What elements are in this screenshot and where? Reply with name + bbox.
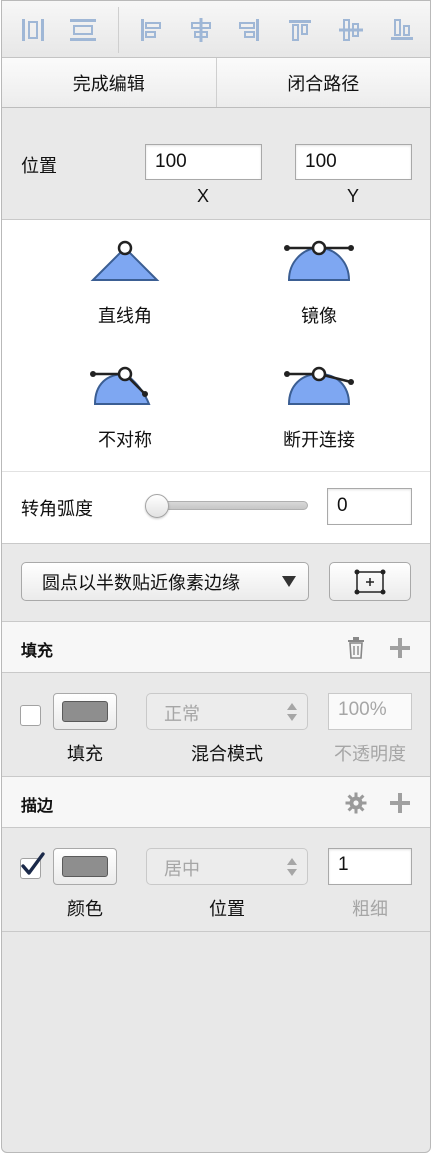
pixel-snap-dropdown[interactable]: 圆点以半数贴近像素边缘	[21, 562, 309, 601]
border-position-select[interactable]: 居中	[146, 848, 308, 885]
x-label: X	[197, 186, 210, 206]
finish-editing-button[interactable]: 完成编辑	[2, 58, 216, 107]
corner-disconnected-label: 断开连接	[283, 430, 355, 451]
corner-mirrored-option[interactable]: 镜像	[244, 238, 394, 348]
border-color-caption: 颜色	[67, 899, 103, 920]
corner-asymmetric-option[interactable]: 不对称	[50, 360, 200, 470]
border-header: 描边	[2, 777, 430, 828]
corner-radius-label: 转角弧度	[21, 499, 93, 520]
fill-caption: 填充	[67, 744, 103, 765]
position-section: 位置 100 100 X Y	[2, 108, 430, 220]
distribute-horizontal-icon[interactable]	[16, 13, 50, 47]
position-y-input[interactable]: 100	[295, 144, 412, 180]
align-right-icon[interactable]	[232, 13, 266, 47]
pixel-fit-icon	[354, 569, 386, 594]
border-position-value: 居中	[164, 859, 200, 880]
align-left-icon[interactable]	[134, 13, 168, 47]
border-position-caption: 位置	[209, 899, 245, 920]
y-label: Y	[347, 186, 360, 206]
fill-title: 填充	[21, 641, 54, 660]
toolbar-separator	[118, 7, 119, 53]
gear-icon[interactable]	[343, 790, 369, 816]
fill-header: 填充	[2, 622, 430, 673]
align-center-horizontal-icon[interactable]	[184, 13, 218, 47]
fill-section: 正常 100% 填充 混合模式 不透明度	[2, 673, 430, 777]
updown-arrows-icon	[287, 703, 297, 721]
pixel-section: 圆点以半数贴近像素边缘	[2, 544, 430, 622]
pixel-snap-value: 圆点以半数贴近像素边缘	[42, 572, 240, 594]
pixel-fit-button[interactable]	[329, 562, 411, 601]
add-border-plus-icon[interactable]	[387, 790, 413, 816]
border-color-button[interactable]	[53, 848, 117, 885]
corner-disconnected-icon	[284, 366, 354, 405]
distribute-vertical-icon[interactable]	[66, 13, 100, 47]
position-label: 位置	[21, 156, 57, 177]
position-x-input[interactable]: 100	[145, 144, 262, 180]
dropdown-arrow-icon	[282, 576, 296, 587]
corner-mirrored-label: 镜像	[301, 306, 337, 327]
corner-asymmetric-label: 不对称	[98, 430, 152, 451]
corner-straight-option[interactable]: 直线角	[50, 238, 200, 348]
close-path-button[interactable]: 闭合路径	[215, 58, 431, 107]
border-thickness-input[interactable]: 1	[328, 848, 412, 885]
corner-radius-slider[interactable]	[146, 501, 308, 510]
updown-arrows-icon	[287, 858, 297, 876]
add-fill-plus-icon[interactable]	[387, 635, 413, 661]
corner-type-section: 直线角 镜像 不对称 断开连接	[2, 220, 430, 472]
border-color-swatch	[62, 856, 108, 877]
fill-color-swatch	[62, 701, 108, 722]
border-title: 描边	[21, 796, 54, 815]
corner-straight-label: 直线角	[98, 306, 152, 327]
fill-color-button[interactable]	[53, 693, 117, 730]
edit-row: 完成编辑 闭合路径	[2, 58, 430, 108]
align-toolbar	[2, 1, 430, 58]
inspector-panel: 完成编辑 闭合路径 位置 100 100 X Y 直线角 镜像 不对称 断开连接…	[1, 0, 431, 1153]
align-top-icon[interactable]	[283, 13, 317, 47]
opacity-caption: 不透明度	[334, 744, 406, 765]
corner-straight-icon	[90, 240, 160, 281]
blend-mode-caption: 混合模式	[191, 744, 263, 765]
corner-radius-input[interactable]: 0	[327, 488, 412, 525]
align-bottom-icon[interactable]	[385, 13, 419, 47]
corner-disconnected-option[interactable]: 断开连接	[244, 360, 394, 470]
corner-mirrored-icon	[284, 240, 354, 281]
align-middle-vertical-icon[interactable]	[334, 13, 368, 47]
corner-radius-slider-knob[interactable]	[145, 494, 169, 518]
border-thickness-caption: 粗细	[352, 899, 388, 920]
checkmark-icon	[21, 852, 45, 875]
blend-mode-value: 正常	[164, 704, 200, 725]
fill-enable-checkbox[interactable]	[20, 705, 41, 726]
border-enable-checkbox[interactable]	[20, 852, 45, 879]
border-section: 居中 1 颜色 位置 粗细	[2, 828, 430, 932]
opacity-input[interactable]: 100%	[328, 693, 412, 730]
corner-radius-section: 转角弧度 0	[2, 472, 430, 544]
blend-mode-select[interactable]: 正常	[146, 693, 308, 730]
corner-asymmetric-icon	[90, 366, 151, 405]
trash-icon[interactable]	[343, 635, 369, 661]
